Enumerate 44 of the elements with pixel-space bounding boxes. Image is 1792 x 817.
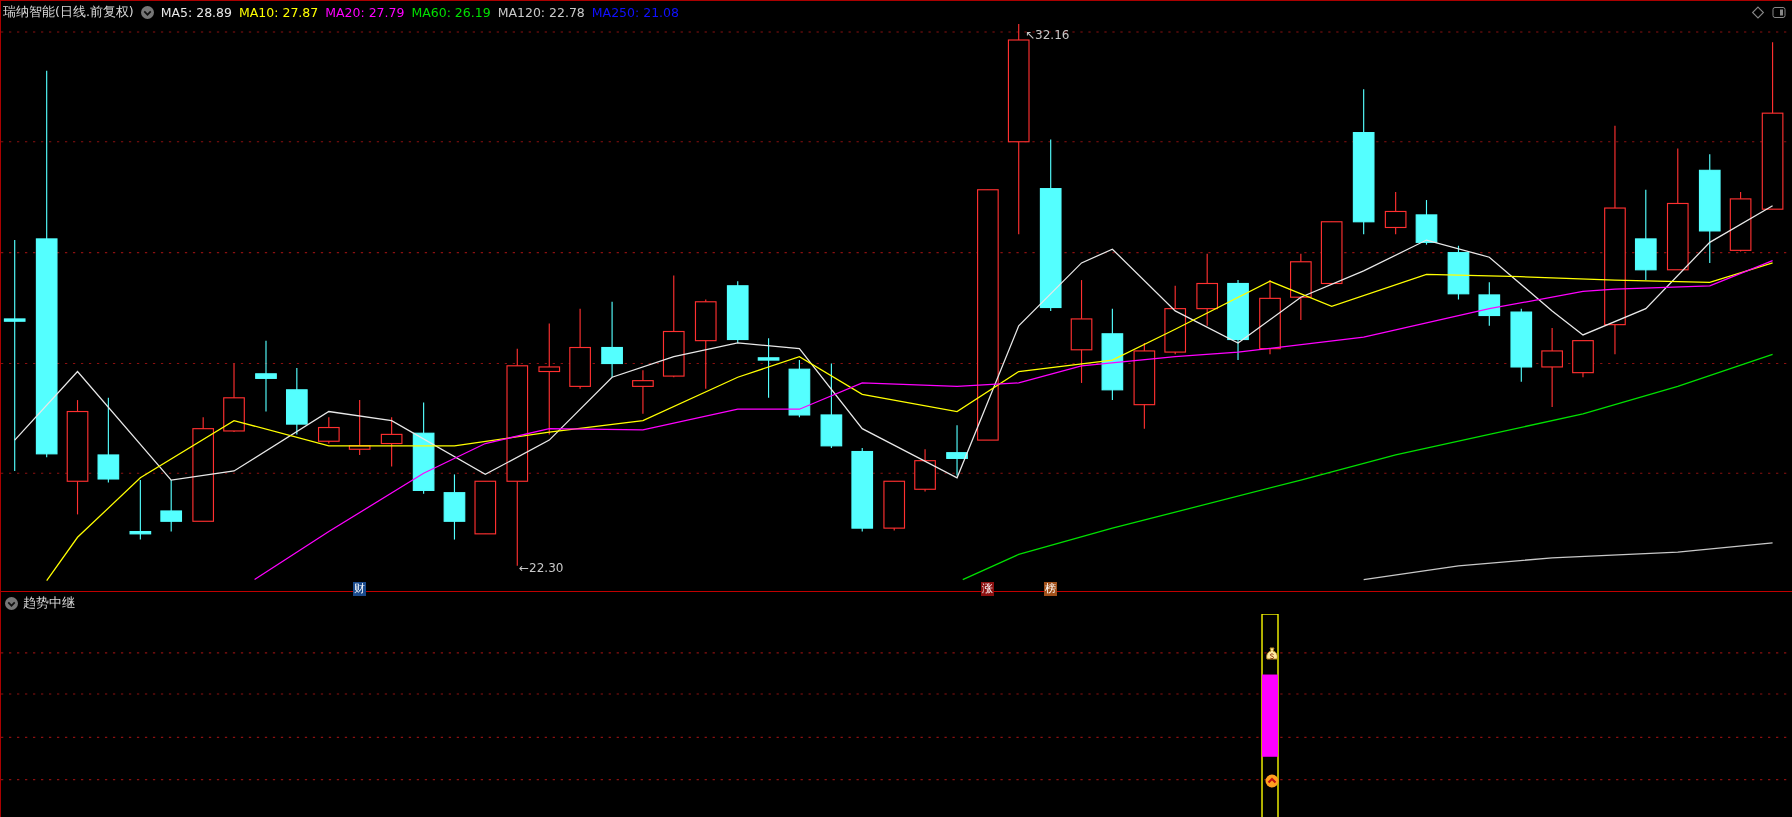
event-marker[interactable]: 涨 [981, 582, 994, 596]
candlestick [474, 480, 497, 535]
candlestick [1164, 285, 1187, 355]
price-label: ←22.30 [519, 561, 564, 575]
candlestick [1384, 191, 1407, 235]
price-label: ↖32.16 [1025, 28, 1070, 42]
dropdown-icon[interactable] [5, 596, 18, 610]
dropdown-icon[interactable] [140, 6, 154, 19]
candlestick [1572, 340, 1594, 378]
chart-title: 瑞纳智能(日线.前复权) [3, 4, 134, 21]
panel-toggle-icon[interactable] [1772, 6, 1786, 19]
candlestick [1290, 253, 1312, 321]
candlestick [443, 473, 466, 541]
indicator-title: 趋势中继 [23, 594, 75, 612]
moving-average-value: MA120: 22.78 [497, 5, 585, 20]
moving-average-value: MA5: 28.89 [160, 5, 232, 20]
candlestick [726, 280, 749, 344]
candlestick [129, 479, 152, 541]
candlestick [348, 399, 371, 456]
moving-average-value: MA20: 27.79 [325, 5, 405, 20]
candlestick [757, 337, 780, 399]
candlestick [160, 479, 183, 533]
candlestick [286, 367, 308, 435]
up-chevron-icon [1265, 774, 1279, 788]
candlestick [223, 362, 245, 433]
candlestick [380, 416, 403, 467]
money-bag-icon [1265, 647, 1279, 661]
candlestick [914, 448, 936, 493]
candlestick [1415, 199, 1438, 246]
candlestick [788, 359, 811, 418]
event-marker[interactable]: 财 [353, 582, 366, 596]
candlestick [883, 480, 906, 531]
candlestick [1320, 221, 1343, 285]
candlestick [1478, 281, 1501, 327]
moving-average-value: MA60: 26.19 [411, 5, 491, 20]
candlestick [946, 424, 968, 477]
event-marker[interactable]: 榜 [1044, 582, 1057, 596]
moving-average-value: MA250: 21.08 [591, 5, 679, 20]
diamond-icon[interactable] [1751, 6, 1765, 19]
candlestick [1729, 191, 1752, 253]
candlestick [317, 416, 340, 445]
candlestick [1447, 245, 1470, 301]
moving-average-value: MA10: 27.87 [239, 5, 319, 20]
candlestick [632, 369, 654, 415]
